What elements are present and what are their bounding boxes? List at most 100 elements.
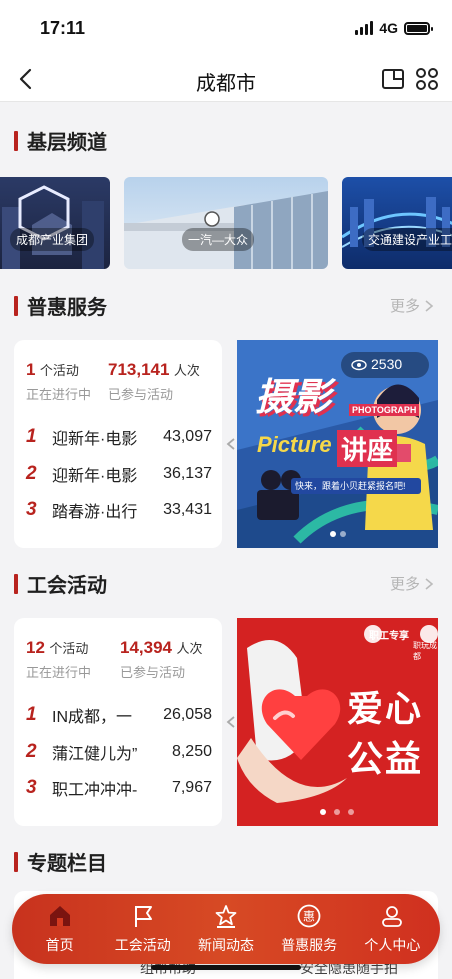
more-label: 更多: [389, 576, 420, 593]
participants-unit: 人次: [173, 363, 200, 378]
topics-section-title: 专题栏目: [14, 847, 107, 876]
rank-name: 踏春游·出行: [52, 504, 138, 521]
rank-name: 迎新年·电影: [52, 468, 138, 485]
benefit-stats-card: 1 个活动 正在进行中 713,141 人次 已参与活动 1 迎新年·电影 43…: [14, 340, 222, 548]
union-section-title: 工会活动: [14, 569, 107, 598]
rank-value: 8,250: [171, 743, 212, 760]
chevron-right-icon: [425, 299, 434, 312]
status-time: 17:11: [40, 18, 86, 38]
banner-headline-2: 公益: [347, 738, 424, 779]
participants-count: 713,141: [108, 360, 170, 379]
activity-summary: 1 个活动 正在进行中: [26, 360, 91, 403]
union-more-link[interactable]: 更多: [390, 573, 434, 594]
channel-card-2[interactable]: 一汽—大众: [124, 177, 328, 269]
rank-name: 职工冲冲冲-: [52, 782, 138, 799]
banner-brand-1: 职工专享: [369, 631, 409, 642]
tab-benefits[interactable]: 惠 普惠服务: [269, 903, 349, 955]
rank-number: 2: [26, 463, 37, 484]
channel-image: [342, 177, 452, 269]
network-type: 4G: [379, 20, 398, 36]
tab-label: 新闻动态: [197, 937, 254, 953]
activity-count: 12: [26, 638, 45, 657]
bottom-tab-bar: 首页 工会活动 新闻动态 惠 普惠服务 个人中心: [12, 894, 440, 964]
more-label: 更多: [389, 298, 420, 315]
rank-number: 1: [26, 704, 37, 725]
participants-sub: 已参与活动: [120, 665, 186, 680]
rank-row[interactable]: 3 职工冲冲冲- 7,967: [26, 775, 212, 801]
rank-number: 3: [26, 777, 37, 798]
chevron-left-small-icon[interactable]: [226, 715, 236, 729]
activity-sub: 正在进行中: [26, 387, 92, 402]
tab-label: 普惠服务: [281, 937, 338, 953]
channel-image: [0, 177, 110, 269]
page-content: 基层频道 成都产业集团 一汽—大众 交通建设产业工 普惠服务 更多 1 个活动 …: [0, 103, 452, 979]
rank-number: 1: [26, 426, 37, 447]
svg-text:惠: 惠: [303, 910, 315, 924]
status-indicators: 4G: [355, 20, 433, 36]
tab-label: 工会活动: [114, 937, 171, 953]
rank-name: 蒲江健儿为”: [52, 746, 138, 763]
participants-unit: 人次: [176, 641, 203, 656]
rank-row[interactable]: 2 迎新年·电影 36,137: [26, 461, 212, 487]
home-indicator: [151, 965, 301, 970]
activity-summary: 12 个活动 正在进行中: [26, 638, 91, 681]
activity-count: 1: [26, 360, 36, 379]
participants-count: 14,394: [120, 638, 172, 657]
banner-script-word: Picture: [257, 432, 332, 457]
chevron-right-icon: [425, 577, 434, 590]
union-banner[interactable]: 职工专享 职玩成都 爱心 公益: [237, 618, 438, 826]
banner-headline: 爱心: [347, 688, 424, 729]
banner-headline: 摄影: [255, 377, 332, 419]
rank-value: 43,097: [163, 428, 212, 445]
channel-label: 一汽—大众: [182, 228, 255, 251]
signal-icon: [355, 21, 374, 35]
union-stats-card: 12 个活动 正在进行中 14,394 人次 已参与活动 1 IN成都，一 26…: [14, 618, 222, 826]
tab-label: 首页: [45, 937, 74, 953]
tab-profile[interactable]: 个人中心: [352, 903, 432, 955]
view-count: 2530: [371, 356, 403, 372]
benefit-banner[interactable]: 2530 摄影 PHOTOGRAPH Picture 讲座 快来，跟着小贝赶紧报…: [237, 340, 438, 548]
tab-news[interactable]: 新闻动态: [186, 903, 266, 955]
channels-section-title: 基层频道: [14, 126, 107, 155]
star-icon: [215, 905, 237, 928]
window-icon[interactable]: [380, 66, 406, 92]
chevron-left-small-icon[interactable]: [226, 437, 236, 451]
rank-row[interactable]: 2 蒲江健儿为” 8,250: [26, 739, 212, 765]
participants-summary: 713,141 人次 已参与活动: [108, 360, 200, 403]
participants-sub: 已参与活动: [108, 387, 174, 402]
channel-card-1[interactable]: 成都产业集团: [0, 177, 110, 269]
flag-icon: [134, 906, 152, 927]
rank-row[interactable]: 1 迎新年·电影 43,097: [26, 424, 212, 450]
grid-icon[interactable]: [414, 66, 440, 92]
home-icon: [49, 906, 70, 926]
rank-number: 3: [26, 499, 37, 520]
banner-tag: PHOTOGRAPH: [349, 404, 420, 416]
participants-summary: 14,394 人次 已参与活动: [120, 638, 202, 681]
rank-value: 33,431: [163, 501, 212, 518]
tab-union-activities[interactable]: 工会活动: [103, 903, 183, 955]
banner-headline-2: 讲座: [337, 430, 398, 467]
benefit-section-title: 普惠服务: [14, 291, 107, 320]
nav-bar: 成都市: [0, 56, 452, 102]
rank-number: 2: [26, 741, 37, 762]
tab-label: 个人中心: [364, 937, 421, 953]
rank-value: 26,058: [163, 706, 212, 723]
banner-brand-2: 职玩成都: [413, 641, 437, 661]
benefit-icon: 惠: [297, 904, 321, 928]
person-icon: [382, 906, 403, 927]
battery-icon: [404, 21, 433, 35]
rank-name: IN成都，一: [52, 709, 133, 726]
tab-home[interactable]: 首页: [20, 903, 100, 955]
channel-image: [124, 177, 328, 269]
rank-value: 7,967: [171, 779, 212, 796]
activity-sub: 正在进行中: [26, 665, 92, 680]
activity-unit: 个活动: [39, 363, 79, 378]
benefit-more-link[interactable]: 更多: [390, 295, 434, 316]
rank-row[interactable]: 1 IN成都，一 26,058: [26, 702, 212, 728]
rank-name: 迎新年·电影: [52, 431, 138, 448]
rank-value: 36,137: [163, 465, 212, 482]
channel-label: 交通建设产业工会: [362, 228, 452, 251]
status-bar: 17:11 4G: [0, 0, 452, 56]
channel-card-3[interactable]: 交通建设产业工会: [342, 177, 452, 269]
rank-row[interactable]: 3 踏春游·出行 33,431: [26, 497, 212, 523]
